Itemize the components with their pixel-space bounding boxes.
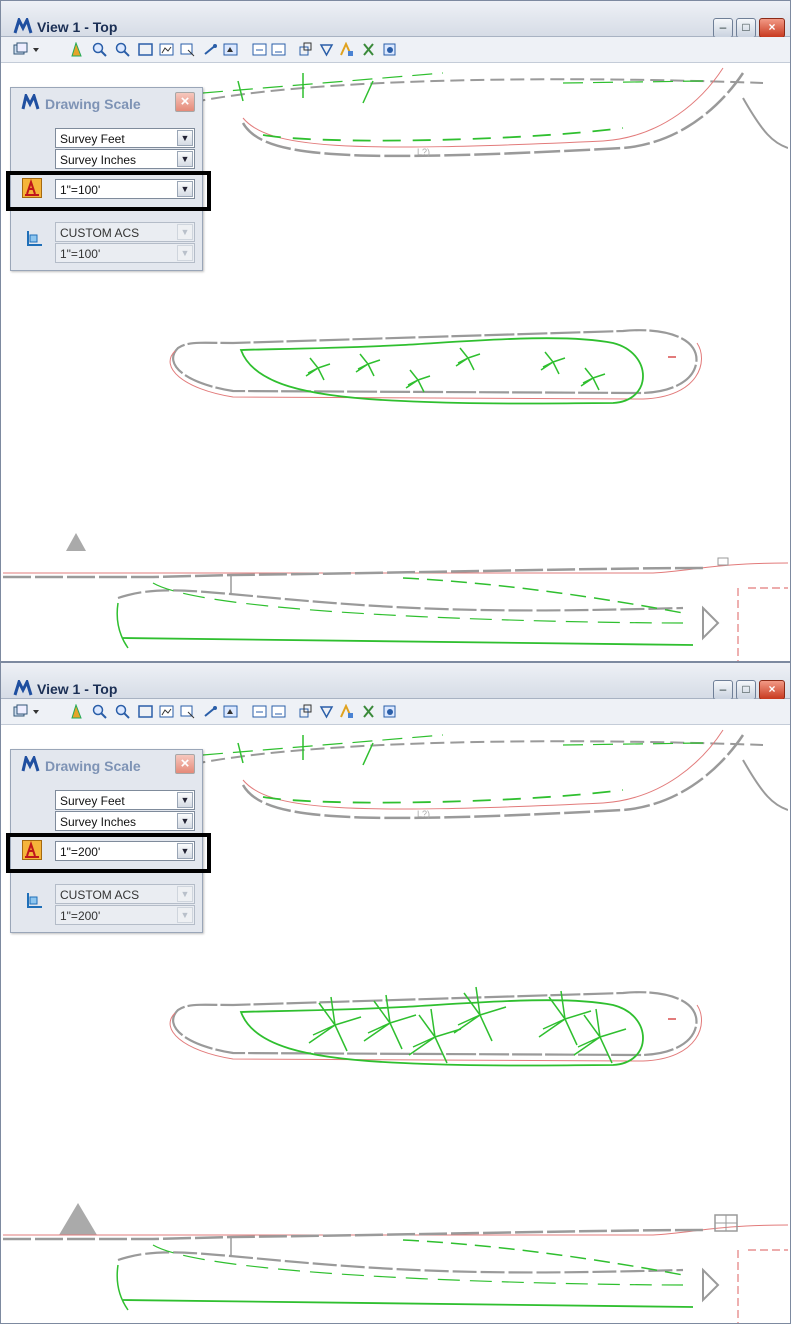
window-area-icon[interactable] <box>138 704 153 719</box>
render-icon[interactable] <box>382 42 397 57</box>
window-title: View 1 - Top <box>37 19 118 35</box>
acs-scale-value: 1"=100' <box>60 247 101 261</box>
pan-view-icon[interactable] <box>203 704 218 719</box>
drawing-annotation: L?) <box>417 809 430 819</box>
update-view-icon[interactable] <box>69 704 84 719</box>
close-button[interactable]: × <box>759 18 785 38</box>
microstation-logo-icon <box>21 756 40 772</box>
window-area-icon[interactable] <box>138 42 153 57</box>
view-window-2: View 1 - Top – □ × L?) Drawing Scale × S… <box>0 662 791 1324</box>
copy-view-icon[interactable] <box>271 704 286 719</box>
palette-title: Drawing Scale <box>45 758 141 774</box>
highlight-box <box>6 171 211 211</box>
display-style-icon[interactable] <box>361 42 376 57</box>
microstation-logo-icon <box>13 680 33 696</box>
chevron-down-icon[interactable]: ▼ <box>177 151 193 167</box>
fit-view-icon[interactable] <box>159 704 174 719</box>
acs-scale-dropdown: 1"=200' ▼ <box>55 905 195 925</box>
fit-view-icon[interactable] <box>159 42 174 57</box>
chevron-down-icon: ▼ <box>177 907 193 923</box>
highlight-box <box>6 833 211 873</box>
copy-view-icon[interactable] <box>271 42 286 57</box>
microstation-logo-icon <box>21 94 40 110</box>
minimize-button[interactable]: – <box>713 18 733 38</box>
chevron-down-icon[interactable]: ▼ <box>177 792 193 808</box>
view-previous-icon[interactable] <box>223 704 238 719</box>
zoom-out-icon[interactable] <box>115 42 130 57</box>
acs-icon[interactable] <box>24 229 44 249</box>
view-toolbar <box>1 37 790 63</box>
microstation-logo-icon <box>13 18 33 34</box>
rotate-view-icon[interactable] <box>180 42 195 57</box>
north-arrow-icon <box>59 1203 97 1235</box>
close-button[interactable]: × <box>759 680 785 700</box>
chevron-down-icon[interactable]: ▼ <box>177 813 193 829</box>
chevron-down-icon: ▼ <box>177 245 193 261</box>
master-units-dropdown[interactable]: Survey Feet ▼ <box>55 790 195 810</box>
clip-mask-icon[interactable] <box>319 42 334 57</box>
acs-icon[interactable] <box>24 891 44 911</box>
palette-close-button[interactable]: × <box>175 92 195 112</box>
update-view-icon[interactable] <box>69 42 84 57</box>
view-window-1: View 1 - Top – □ × L?) Drawing Scale × S… <box>0 0 791 662</box>
zoom-in-icon[interactable] <box>92 704 107 719</box>
acs-value: CUSTOM ACS <box>60 226 140 240</box>
pan-view-icon[interactable] <box>203 42 218 57</box>
sub-units-dropdown[interactable]: Survey Inches ▼ <box>55 811 195 831</box>
clip-mask-icon[interactable] <box>319 704 334 719</box>
minimize-button[interactable]: – <box>713 680 733 700</box>
rotate-view-icon[interactable] <box>180 704 195 719</box>
window-title: View 1 - Top <box>37 681 118 697</box>
clip-volume-icon[interactable] <box>298 704 313 719</box>
master-units-value: Survey Feet <box>60 132 125 146</box>
sub-units-value: Survey Inches <box>60 815 137 829</box>
chevron-down-icon[interactable] <box>31 42 41 57</box>
sub-units-value: Survey Inches <box>60 153 137 167</box>
drawing-annotation: L?) <box>417 147 430 157</box>
acs-scale-value: 1"=200' <box>60 909 101 923</box>
render-icon[interactable] <box>382 704 397 719</box>
master-units-value: Survey Feet <box>60 794 125 808</box>
maximize-button[interactable]: □ <box>736 680 756 700</box>
view-next-icon[interactable] <box>252 704 267 719</box>
tree-symbols <box>305 347 606 393</box>
view-next-icon[interactable] <box>252 42 267 57</box>
camera-icon[interactable] <box>339 704 354 719</box>
tree-symbols <box>308 986 627 1064</box>
zoom-in-icon[interactable] <box>92 42 107 57</box>
acs-value: CUSTOM ACS <box>60 888 140 902</box>
chevron-down-icon: ▼ <box>177 224 193 240</box>
view-toolbar <box>1 699 790 725</box>
master-units-dropdown[interactable]: Survey Feet ▼ <box>55 128 195 148</box>
sub-units-dropdown[interactable]: Survey Inches ▼ <box>55 149 195 169</box>
palette-title: Drawing Scale <box>45 96 141 112</box>
chevron-down-icon: ▼ <box>177 886 193 902</box>
palette-header[interactable]: Drawing Scale × <box>11 750 202 780</box>
zoom-out-icon[interactable] <box>115 704 130 719</box>
view-attributes-icon[interactable] <box>13 704 28 719</box>
acs-scale-dropdown: 1"=100' ▼ <box>55 243 195 263</box>
view-previous-icon[interactable] <box>223 42 238 57</box>
maximize-button[interactable]: □ <box>736 18 756 38</box>
clip-volume-icon[interactable] <box>298 42 313 57</box>
display-style-icon[interactable] <box>361 704 376 719</box>
camera-icon[interactable] <box>339 42 354 57</box>
title-bar[interactable]: View 1 - Top – □ × <box>1 663 790 700</box>
north-arrow-icon <box>66 533 86 551</box>
acs-dropdown: CUSTOM ACS ▼ <box>55 884 195 904</box>
chevron-down-icon[interactable] <box>31 704 41 719</box>
view-attributes-icon[interactable] <box>13 42 28 57</box>
acs-dropdown: CUSTOM ACS ▼ <box>55 222 195 242</box>
chevron-down-icon[interactable]: ▼ <box>177 130 193 146</box>
title-bar[interactable]: View 1 - Top – □ × <box>1 1 790 38</box>
palette-close-button[interactable]: × <box>175 754 195 774</box>
palette-header[interactable]: Drawing Scale × <box>11 88 202 118</box>
